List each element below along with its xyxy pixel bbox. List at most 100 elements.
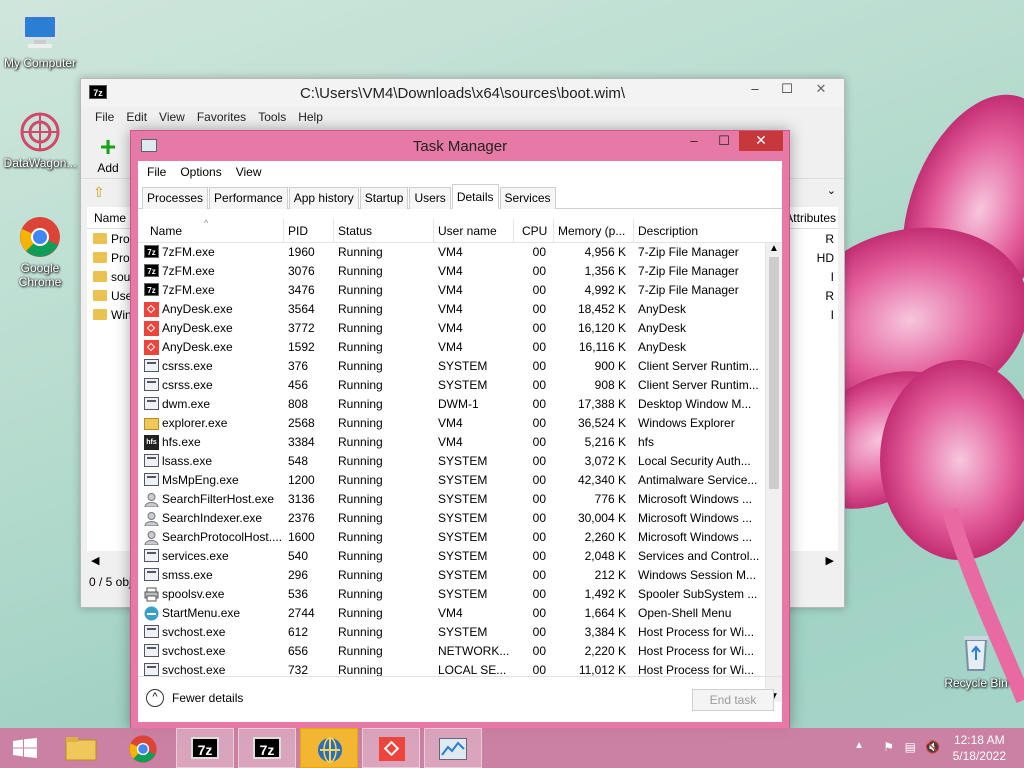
column-status[interactable]: Status [334,219,434,243]
tab-details[interactable]: Details [451,184,499,209]
network-icon[interactable]: ▤ [905,740,916,754]
menu-view[interactable]: View [229,161,269,183]
desktop-icon-recycle-bin[interactable]: Recycle Bin [936,630,1016,690]
process-row[interactable]: csrss.exe 456 Running SYSTEM 00 908 K Client S… [138,376,764,395]
column-name[interactable]: Name [94,211,126,225]
7zip-menu-help[interactable]: Help [292,107,329,129]
tab-services[interactable]: Services [499,187,556,209]
desktop-icon-datawagon[interactable]: DataWagon... [0,110,80,170]
cell-description: Windows Session M... [638,568,757,582]
process-row[interactable]: SearchFilterHost.exe 3136 Running SYSTEM 00 7… [138,490,764,509]
datawagon-taskbar-button[interactable] [300,728,358,768]
desktop-icon-my-computer[interactable]: My Computer [0,10,80,70]
tab-app-history[interactable]: App history [288,187,359,209]
column-pid[interactable]: PID [284,219,334,243]
7zip-menu-favorites[interactable]: Favorites [191,107,252,129]
file-explorer-button[interactable] [52,728,110,768]
7zip-status-bar: 0 / 5 obj [89,575,132,589]
maximize-button[interactable]: ☐ [711,131,737,151]
7zip-menu-tools[interactable]: Tools [252,107,292,129]
menu-options[interactable]: Options [173,161,228,183]
process-row[interactable]: StartMenu.exe 2744 Running VM4 00 1,664 K Open… [138,604,764,623]
process-row[interactable]: explorer.exe 2568 Running VM4 00 36,524 K Wind… [138,414,764,433]
7zip-menu-view[interactable]: View [153,107,191,129]
desktop-icon-chrome[interactable]: Google Chrome [0,215,80,289]
file-attr: I [830,269,834,284]
minimize-button[interactable]: – [681,131,707,151]
scroll-up-icon[interactable]: ▲ [769,243,779,254]
process-row[interactable]: svchost.exe 612 Running SYSTEM 00 3,384 K Host… [138,623,764,642]
process-row[interactable]: AnyDesk.exe 3772 Running VM4 00 16,120 K AnyDe… [138,319,764,338]
cell-description: Local Security Auth... [638,454,751,468]
process-row[interactable]: 7z 7zFM.exe 1960 Running VM4 00 4,956 K 7-Zip F… [138,243,764,262]
add-button[interactable]: + Add [91,133,125,176]
process-row[interactable]: AnyDesk.exe 3564 Running VM4 00 18,452 K AnyDe… [138,300,764,319]
tab-processes[interactable]: Processes [142,187,209,209]
process-row[interactable]: services.exe 540 Running SYSTEM 00 2,048 K Ser… [138,547,764,566]
7zip-icon: 7z [144,264,159,279]
process-row[interactable]: MsMpEng.exe 1200 Running SYSTEM 00 42,340 K An… [138,471,764,490]
cell-status: Running [338,283,383,297]
volume-muted-icon[interactable]: 🔇 [925,740,940,754]
process-row[interactable]: SearchIndexer.exe 2376 Running SYSTEM 00 30,0… [138,509,764,528]
cell-user: SYSTEM [438,530,488,544]
process-row[interactable]: csrss.exe 376 Running SYSTEM 00 900 K Client S… [138,357,764,376]
column-attributes[interactable]: Attributes [785,211,836,225]
scroll-left-icon[interactable]: ◀ [91,554,99,567]
cell-name: StartMenu.exe [162,606,241,620]
process-row[interactable]: 7z 7zFM.exe 3476 Running VM4 00 4,992 K 7-Zip F… [138,281,764,300]
column-cpu[interactable]: CPU [514,219,554,243]
cell-description: Open-Shell Menu [638,606,732,620]
7zip-minimize-button[interactable]: – [738,79,772,99]
close-button[interactable]: ✕ [739,131,783,151]
task-manager-body: File Options View Processes Performance … [138,161,782,722]
7zip-menu-edit[interactable]: Edit [120,107,153,129]
start-button[interactable] [0,728,50,768]
7zip-titlebar[interactable]: 7z C:\Users\VM4\Downloads\x64\sources\bo… [81,79,844,107]
end-task-button[interactable]: End task [692,689,774,711]
process-row[interactable]: SearchProtocolHost.... 1600 Running SYSTEM 0… [138,528,764,547]
cell-status: Running [338,302,383,316]
chrome-button[interactable] [114,728,172,768]
tab-users[interactable]: Users [409,187,451,209]
column-name[interactable]: Name ^ [138,219,284,243]
file-attr: I [830,307,834,322]
task-manager-taskbar-button[interactable] [424,728,482,768]
process-row[interactable]: dwm.exe 808 Running DWM-1 00 17,388 K Desktop … [138,395,764,414]
column-memory[interactable]: Memory (p... [554,219,634,243]
desktop-icon-label: My Computer [3,56,77,70]
fewer-details-button[interactable]: ^ Fewer details [146,689,243,707]
process-row[interactable]: svchost.exe 656 Running NETWORK... 00 2,220 K… [138,642,764,661]
tab-startup[interactable]: Startup [359,187,409,209]
tab-performance[interactable]: Performance [209,187,288,209]
menu-file[interactable]: File [140,161,173,183]
up-folder-icon[interactable]: ⇧ [93,184,105,201]
process-row[interactable]: smss.exe 296 Running SYSTEM 00 212 K Windows S… [138,566,764,585]
process-row[interactable]: hfs hfs.exe 3384 Running VM4 00 5,216 Khfs [138,433,764,452]
cell-description: Antimalware Service... [638,473,758,487]
7zip-close-button[interactable]: ✕ [804,79,838,99]
show-hidden-icons[interactable]: ▲ [854,740,864,751]
chrome-icon [129,735,157,763]
scroll-right-icon[interactable]: ▶ [826,554,834,567]
process-row[interactable]: spoolsv.exe 536 Running SYSTEM 00 1,492 K Spoo… [138,585,764,604]
process-row[interactable]: AnyDesk.exe 1592 Running VM4 00 16,116 K AnyDe… [138,338,764,357]
column-user-name[interactable]: User name [434,219,514,243]
details-vertical-scrollbar[interactable]: ▲ ▼ [765,243,782,702]
7zip-taskbar-button-1[interactable]: 7z [176,728,234,768]
taskbar-clock[interactable]: 12:18 AM 5/18/2022 [953,732,1006,764]
anydesk-taskbar-button[interactable] [362,728,420,768]
cell-cpu: 00 [532,416,546,430]
7zip-menu-file[interactable]: File [89,107,120,129]
action-center-flag-icon[interactable]: ⚑ [883,740,894,754]
chevron-down-icon[interactable]: ⌄ [827,184,836,197]
7zip-maximize-button[interactable]: ☐ [770,79,804,99]
7zip-taskbar-button-2[interactable]: 7z [238,728,296,768]
column-description[interactable]: Description [634,219,764,243]
cell-memory: 18,452 K [577,302,626,316]
cell-status: Running [338,378,383,392]
process-row[interactable]: 7z 7zFM.exe 3076 Running VM4 00 1,356 K 7-Zip F… [138,262,764,281]
task-manager-titlebar[interactable]: Task Manager – ☐ ✕ [131,131,789,161]
scrollbar-thumb[interactable] [769,257,779,489]
process-row[interactable]: lsass.exe 548 Running SYSTEM 00 3,072 K Local … [138,452,764,471]
